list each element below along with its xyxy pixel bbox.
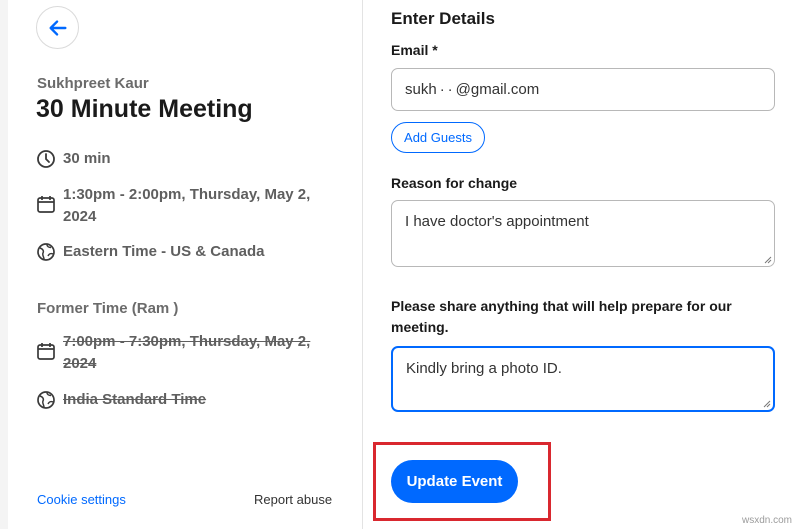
share-label: Please share anything that will help pre… [391,298,732,335]
add-guests-button[interactable]: Add Guests [391,122,485,153]
former-time-row: 7:00pm - 7:30pm, Thursday, May 2, 2024 [36,331,326,375]
update-event-button[interactable]: Update Event [391,460,518,503]
former-time-range-text: 7:00pm - 7:30pm, Thursday, May 2, 2024 [63,333,311,372]
reason-textarea[interactable]: I have doctor's appointment [391,200,775,267]
share-value: Kindly bring a photo ID. [406,360,562,377]
email-label: Email * [391,42,438,58]
event-summary-panel: Sukhpreet Kaur 30 Minute Meeting 30 min … [0,0,363,529]
back-button[interactable] [36,6,79,49]
report-abuse-link[interactable]: Report abuse [254,492,332,507]
share-textarea[interactable]: Kindly bring a photo ID. [391,346,775,412]
reason-value: I have doctor's appointment [405,213,589,230]
time-range-text: 1:30pm - 2:00pm, Thursday, May 2, 2024 [63,186,311,225]
calendar-icon [37,343,55,360]
resize-handle-icon[interactable] [764,256,772,264]
resize-handle-icon[interactable] [763,400,771,408]
host-name: Sukhpreet Kaur [37,75,149,92]
watermark: wsxdn.com [741,515,792,526]
duration-row: 30 min [36,148,111,170]
email-value: sukh · · @gmail.com [405,81,540,98]
email-field[interactable]: sukh · · @gmail.com [391,68,775,111]
former-timezone-text: India Standard Time [63,391,207,408]
globe-icon [37,391,55,409]
reason-label: Reason for change [391,175,518,191]
clock-icon [37,150,55,168]
former-time-label: Former Time (Ram ) [37,300,179,317]
calendar-icon [37,196,55,213]
cookie-settings-link[interactable]: Cookie settings [37,492,126,507]
time-row: 1:30pm - 2:00pm, Thursday, May 2, 2024 [36,184,326,228]
timezone-row: Eastern Time - US & Canada [36,241,264,263]
timezone-text: Eastern Time - US & Canada [63,243,265,260]
arrow-left-icon [48,19,67,36]
details-form: Enter Details Email * sukh · · @gmail.co… [364,0,800,529]
globe-icon [37,243,55,261]
form-title: Enter Details [391,9,495,28]
event-title: 30 Minute Meeting [36,95,253,123]
former-timezone-row: India Standard Time [36,389,206,411]
duration-text: 30 min [63,150,111,167]
